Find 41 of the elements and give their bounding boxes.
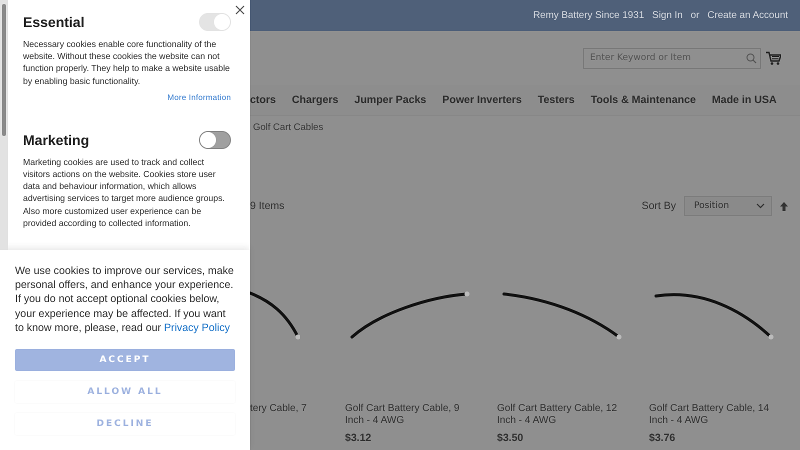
up-arrow-icon[interactable] [780, 202, 788, 210]
scrollbar[interactable] [0, 0, 8, 250]
product-name-link[interactable]: Golf Cart Battery Cable, 14 Inch - 4 AWG [649, 403, 777, 427]
privacy-policy-link[interactable]: Privacy Policy [164, 322, 230, 334]
nav-item[interactable]: Jumper Packs [354, 94, 426, 106]
product-price: $3.50 [497, 432, 524, 444]
sign-in-link[interactable]: Sign In [652, 10, 683, 21]
sort-by-label: Sort By [642, 200, 676, 212]
decline-button[interactable]: DECLINE [15, 413, 235, 436]
item-count: 9 Items [250, 200, 284, 212]
section-description: Marketing cookies are used to track and collect visitors actions on the website. Cookies store user data and behaviour information, which allows advertising services to target more audience groups. Also more customized user experience can be provided according to collected information. [23, 156, 226, 230]
close-icon[interactable] [235, 5, 245, 15]
accept-button[interactable]: ACCEPT [15, 349, 235, 372]
section-description: Necessary cookies enable core functionality of the website. Without these cookies the website can not function properly. They help to make a website usable by enabling basic functionality. [23, 38, 231, 87]
nav-item[interactable]: Testers [538, 94, 575, 106]
chevron-down-icon [756, 203, 765, 209]
nav-item[interactable]: Chargers [292, 94, 338, 106]
product-name-link[interactable]: tery Cable, 7 [250, 403, 337, 415]
toggle-switch[interactable] [199, 130, 231, 149]
cookie-notice-text: We use cookies to improve our services, make personal offers, and enhance your experience. If you do not accept optional cookies below, your experience may be affected. If you want to know more, please, read our Privacy Policy [15, 264, 235, 336]
or-text: or [690, 10, 700, 21]
nav-item[interactable]: ctors [250, 94, 276, 106]
product-price: $3.12 [345, 432, 372, 444]
scrollbar-thumb[interactable] [2, 4, 6, 136]
section-title: Marketing [23, 132, 90, 148]
cable-drawing [250, 291, 300, 340]
allow-all-button[interactable]: ALLOW ALL [15, 381, 235, 404]
create-account-link[interactable]: Create an Account [707, 10, 788, 21]
search-icon [746, 52, 757, 64]
nav-item[interactable]: Made in USA [712, 94, 777, 106]
tagline: Remy Battery Since 1931 [533, 10, 644, 21]
nav-item[interactable]: Tools & Maintenance [590, 94, 696, 106]
product-name-link[interactable]: Golf Cart Battery Cable, 9 Inch - 4 AWG [345, 403, 473, 427]
product-price: $3.76 [649, 432, 676, 444]
breadcrumb-item[interactable]: Golf Cart Cables [253, 122, 324, 132]
section-title: Essential [23, 14, 84, 30]
cart-icon[interactable] [766, 51, 781, 65]
product-name-link[interactable]: Golf Cart Battery Cable, 12 Inch - 4 AWG [497, 403, 625, 427]
search-field[interactable]: Enter Keyword or Item [583, 48, 761, 68]
sort-dropdown[interactable]: Position [684, 196, 772, 216]
nav-item[interactable]: Power Inverters [442, 94, 522, 106]
